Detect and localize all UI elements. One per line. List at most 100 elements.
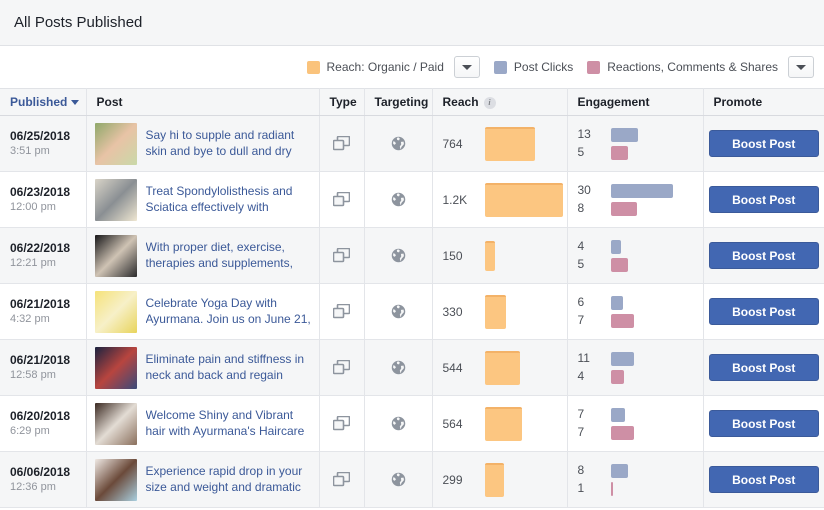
- reach-bar-container: [485, 348, 520, 388]
- cell-reach: 1.2K: [432, 172, 567, 228]
- multi-photo-icon: [333, 360, 350, 375]
- reach-value: 330: [443, 305, 485, 319]
- cell-targeting: [364, 340, 432, 396]
- boost-post-button[interactable]: Boost Post: [709, 298, 819, 325]
- post-clicks-bar: [611, 296, 623, 310]
- reach-bar-organic: [485, 407, 522, 441]
- reach-bar-container: [485, 404, 522, 444]
- reach-bar-container: [485, 180, 563, 220]
- reach-bar-organic: [485, 463, 504, 497]
- cell-published: 06/20/20186:29 pm: [0, 396, 86, 452]
- multi-photo-icon: [333, 472, 350, 487]
- multi-photo-icon: [333, 192, 350, 207]
- reactions-value: 4: [578, 368, 611, 385]
- column-header-published[interactable]: Published: [0, 89, 86, 116]
- cell-published: 06/22/201812:21 pm: [0, 228, 86, 284]
- post-date: 06/22/2018: [10, 240, 86, 256]
- cell-type: [319, 116, 364, 172]
- post-clicks-value: 11: [578, 350, 611, 367]
- reach-bar-container: [485, 460, 504, 500]
- post-thumbnail[interactable]: [95, 235, 137, 277]
- table-row: 06/21/20184:32 pmCelebrate Yoga Day with…: [0, 284, 824, 340]
- header-row: Published Post Type Targeting Reachi Eng…: [0, 89, 824, 116]
- post-time: 12:58 pm: [10, 368, 86, 383]
- engagement-bar-container: [611, 240, 628, 272]
- post-message-link[interactable]: Say hi to supple and radiant skin and by…: [146, 127, 313, 161]
- posts-table: Published Post Type Targeting Reachi Eng…: [0, 88, 824, 508]
- reach-metric-dropdown[interactable]: [454, 56, 480, 78]
- cell-engagement: 45: [567, 228, 703, 284]
- cell-published: 06/25/20183:51 pm: [0, 116, 86, 172]
- cell-engagement: 77: [567, 396, 703, 452]
- cell-type: [319, 452, 364, 508]
- post-message-link[interactable]: Treat Spondylolisthesis and Sciatica eff…: [146, 183, 313, 217]
- reach-bar-container: [485, 236, 495, 276]
- multi-photo-icon: [333, 304, 350, 319]
- boost-post-button[interactable]: Boost Post: [709, 410, 819, 437]
- globe-public-icon: [391, 360, 406, 375]
- post-clicks-value: 13: [578, 126, 611, 143]
- cell-post: Welcome Shiny and Vibrant hair with Ayur…: [86, 396, 319, 452]
- post-thumbnail[interactable]: [95, 403, 137, 445]
- cell-targeting: [364, 396, 432, 452]
- post-message-link[interactable]: Celebrate Yoga Day with Ayurmana. Join u…: [146, 295, 313, 329]
- column-header-reach-label: Reach: [443, 95, 479, 109]
- globe-public-icon: [391, 192, 406, 207]
- reactions-value: 8: [578, 200, 611, 217]
- reactions-bar: [611, 314, 634, 328]
- boost-post-button[interactable]: Boost Post: [709, 186, 819, 213]
- cell-type: [319, 172, 364, 228]
- legend-item-post-clicks: Post Clicks: [494, 60, 573, 74]
- reactions-bar: [611, 426, 634, 440]
- table-row: 06/21/201812:58 pm Eliminate pain and sti…: [0, 340, 824, 396]
- engagement-bar-container: [611, 464, 628, 496]
- post-message-link[interactable]: Welcome Shiny and Vibrant hair with Ayur…: [146, 407, 313, 441]
- boost-post-button[interactable]: Boost Post: [709, 354, 819, 381]
- post-clicks-value: 8: [578, 462, 611, 479]
- post-clicks-bar: [611, 464, 628, 478]
- chevron-down-icon: [462, 65, 472, 70]
- cell-type: [319, 396, 364, 452]
- reactions-bar: [611, 258, 628, 272]
- multi-photo-icon: [333, 136, 350, 151]
- post-time: 3:51 pm: [10, 144, 86, 159]
- column-header-published-label: Published: [10, 95, 67, 109]
- boost-post-button[interactable]: Boost Post: [709, 466, 819, 493]
- cell-reach: 564: [432, 396, 567, 452]
- cell-published: 06/21/201812:58 pm: [0, 340, 86, 396]
- post-thumbnail[interactable]: [95, 459, 137, 501]
- cell-post: Celebrate Yoga Day with Ayurmana. Join u…: [86, 284, 319, 340]
- boost-post-button[interactable]: Boost Post: [709, 130, 819, 157]
- cell-engagement: 114: [567, 340, 703, 396]
- cell-reach: 150: [432, 228, 567, 284]
- table-row: 06/22/201812:21 pm With proper diet, exer…: [0, 228, 824, 284]
- engagement-bar-container: [611, 184, 673, 216]
- post-thumbnail[interactable]: [95, 347, 137, 389]
- reactions-bar: [611, 146, 628, 160]
- reactions-value: 7: [578, 312, 611, 329]
- cell-promote: Boost Post: [703, 340, 824, 396]
- engagement-values: 308: [578, 182, 611, 217]
- engagement-bar-container: [611, 128, 638, 160]
- post-thumbnail[interactable]: [95, 179, 137, 221]
- reach-bar-organic: [485, 241, 495, 271]
- post-message-link[interactable]: Eliminate pain and stiffness in neck and…: [146, 351, 313, 385]
- cell-engagement: 135: [567, 116, 703, 172]
- cell-type: [319, 228, 364, 284]
- post-time: 12:00 pm: [10, 200, 86, 215]
- post-date: 06/21/2018: [10, 352, 86, 368]
- post-message-link[interactable]: With proper diet, exercise, therapies an…: [146, 239, 313, 273]
- post-thumbnail[interactable]: [95, 291, 137, 333]
- engagement-metric-dropdown[interactable]: [788, 56, 814, 78]
- info-icon[interactable]: i: [484, 97, 496, 109]
- engagement-values: 114: [578, 350, 611, 385]
- boost-post-button[interactable]: Boost Post: [709, 242, 819, 269]
- post-message-link[interactable]: Experience rapid drop in your size and w…: [146, 463, 313, 497]
- post-clicks-bar: [611, 240, 621, 254]
- reach-bar-organic: [485, 127, 535, 161]
- post-thumbnail[interactable]: [95, 123, 137, 165]
- column-header-promote-label: Promote: [714, 95, 763, 109]
- multi-photo-icon: [333, 248, 350, 263]
- cell-type: [319, 340, 364, 396]
- page-title: All Posts Published: [14, 14, 142, 31]
